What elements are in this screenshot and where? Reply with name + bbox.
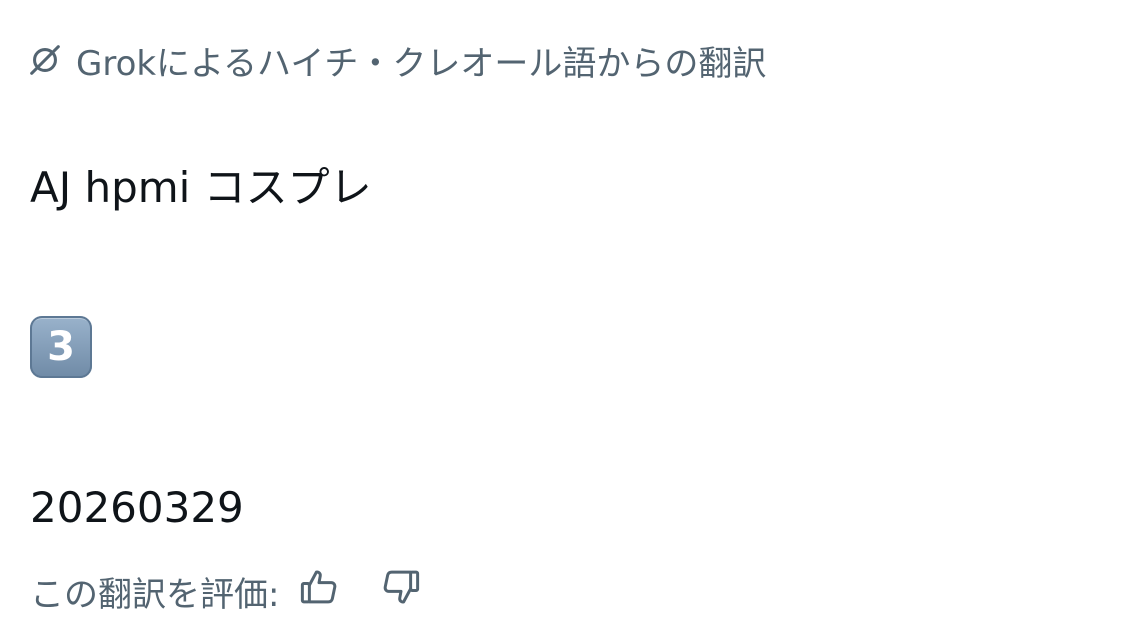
translation-source-label: Grokによるハイチ・クレオール語からの翻訳 [76, 43, 767, 84]
thumbs-up-button[interactable] [295, 567, 343, 615]
grok-icon [26, 41, 64, 79]
date-text-line: 20260329 [30, 483, 244, 532]
thumbs-up-icon [298, 566, 340, 617]
translated-text-line: AJ hpmi コスプレ [30, 163, 372, 212]
keycap-emoji: 3 [30, 316, 92, 378]
keycap-digit: 3 [47, 324, 75, 370]
thumbs-down-button[interactable] [377, 567, 425, 615]
translation-header: Grokによるハイチ・クレオール語からの翻訳 [26, 36, 766, 84]
rating-row: この翻訳を評価: [30, 566, 425, 616]
rating-label: この翻訳を評価: [30, 574, 280, 615]
thumbs-down-icon [380, 566, 422, 617]
